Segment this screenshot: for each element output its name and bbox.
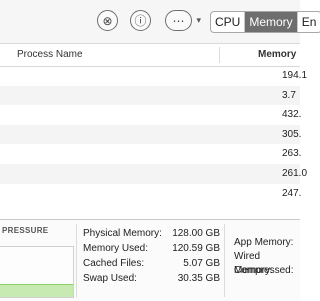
- memory-value: 247.: [282, 187, 302, 199]
- column-divider: [219, 47, 220, 63]
- table-row[interactable]: 263.: [0, 144, 302, 164]
- chevron-down-icon: ▾: [196, 15, 201, 25]
- stat-compressed-label: Compressed:: [234, 265, 294, 276]
- stat-wired-memory-label: Wired Memory:: [234, 251, 273, 276]
- memory-breakdown: App Memory: Wired Memory: Compressed:: [234, 236, 300, 278]
- toolbar: ⊗ ⓘ ⋯ ▾ CPU Memory En: [0, 0, 320, 44]
- stat-label: Physical Memory:: [83, 228, 162, 239]
- table-row[interactable]: 432.: [0, 105, 302, 125]
- stat-value: 5.07 GB: [183, 258, 220, 269]
- stat-label: Swap Used:: [83, 273, 137, 284]
- panel-divider: [224, 224, 225, 297]
- category-tabs: CPU Memory En: [210, 11, 320, 33]
- memory-pressure-label: PRESSURE: [2, 226, 49, 235]
- stat-cached-files: Cached Files: 5.07 GB: [83, 256, 220, 271]
- stat-value: 30.35 GB: [177, 273, 220, 284]
- stop-icon: ⊗: [102, 13, 113, 28]
- stat-physical-memory: Physical Memory: 128.00 GB: [83, 226, 220, 241]
- memory-value: 194.1: [282, 70, 308, 81]
- stat-value: 120.59 GB: [172, 243, 220, 254]
- column-header-memory[interactable]: Memory: [258, 49, 296, 60]
- table-row[interactable]: 247.: [0, 184, 302, 204]
- table-row[interactable]: 194.1: [0, 66, 307, 86]
- more-actions-button[interactable]: ⋯ ▾: [165, 10, 201, 31]
- table-row[interactable]: 261.0: [0, 163, 307, 184]
- ellipsis-icon: ⋯: [172, 13, 185, 28]
- table-row[interactable]: 305.: [0, 124, 302, 145]
- stat-value: 128.00 GB: [172, 228, 220, 239]
- stat-label: Cached Files:: [83, 258, 145, 269]
- memory-summary-panel: PRESSURE Physical Memory: 128.00 GB Memo…: [0, 219, 300, 301]
- tab-energy[interactable]: En: [298, 12, 320, 32]
- tab-cpu[interactable]: CPU: [211, 12, 246, 32]
- column-header-process-name[interactable]: Process Name: [17, 49, 83, 60]
- stat-swap-used: Swap Used: 30.35 GB: [83, 271, 220, 286]
- table-row[interactable]: 3.7: [0, 85, 300, 106]
- info-icon: ⓘ: [134, 14, 147, 28]
- memory-value: 263.: [282, 148, 302, 160]
- memory-pressure-fill: [0, 283, 73, 297]
- process-table: 194.1 3.7 432. 305. 263. 261.0 247.: [0, 66, 307, 204]
- tab-memory[interactable]: Memory: [245, 12, 298, 32]
- memory-stats: Physical Memory: 128.00 GB Memory Used: …: [83, 226, 220, 286]
- memory-value: 305.: [282, 128, 302, 140]
- stat-app-memory-label: App Memory:: [234, 237, 294, 248]
- memory-value: 261.0: [282, 167, 308, 179]
- stop-process-button[interactable]: ⊗: [97, 10, 118, 31]
- memory-value: 432.: [282, 109, 302, 121]
- inspect-process-button[interactable]: ⓘ: [130, 10, 151, 31]
- panel-divider: [76, 224, 77, 297]
- memory-pressure-graph: [0, 246, 74, 298]
- stat-memory-used: Memory Used: 120.59 GB: [83, 241, 220, 256]
- stat-label: Memory Used:: [83, 243, 149, 254]
- memory-value: 3.7: [282, 89, 296, 101]
- table-header: Process Name Memory: [0, 44, 300, 67]
